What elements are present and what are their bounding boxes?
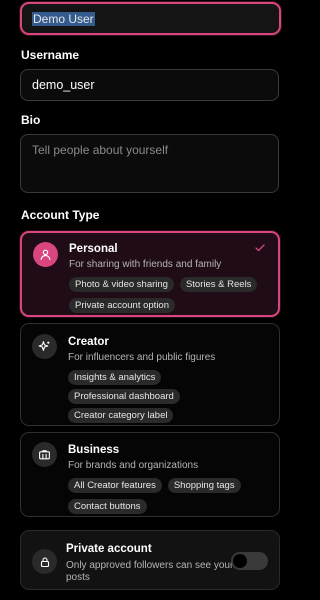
- feature-tag: Contact buttons: [68, 499, 147, 514]
- option-title: Personal: [69, 243, 118, 255]
- user-icon: [33, 242, 58, 267]
- feature-tag: Private account option: [69, 298, 176, 313]
- account-type-option-personal[interactable]: Personal For sharing with friends and fa…: [20, 231, 280, 317]
- option-subtitle: For influencers and public figures: [68, 352, 216, 363]
- sparkle-icon: [32, 334, 57, 359]
- display-name-value: Demo User: [32, 11, 95, 26]
- checkmark-icon: [254, 242, 266, 254]
- feature-tag: Professional dashboard: [68, 389, 180, 404]
- account-type-option-business[interactable]: Business For brands and organizations Al…: [20, 432, 280, 517]
- toggle-knob: [233, 554, 247, 568]
- feature-tag: Creator category label: [68, 408, 174, 423]
- private-account-description: Only approved followers can see your pos…: [66, 560, 234, 583]
- feature-tag: Shopping tags: [167, 478, 241, 493]
- bio-placeholder: Tell people about yourself: [32, 143, 169, 157]
- lock-icon: [32, 549, 57, 574]
- feature-tag: All Creator features: [68, 478, 162, 493]
- username-input[interactable]: demo_user: [20, 69, 279, 101]
- account-type-option-creator[interactable]: Creator For influencers and public figur…: [20, 323, 280, 426]
- edit-profile-page: Demo User Username demo_user Bio Tell pe…: [0, 0, 300, 600]
- username-label: Username: [21, 48, 80, 62]
- feature-tag: Insights & analytics: [68, 370, 162, 385]
- option-subtitle: For sharing with friends and family: [69, 259, 222, 270]
- option-title: Business: [68, 444, 120, 456]
- account-type-label: Account Type: [21, 208, 100, 222]
- username-value: demo_user: [32, 78, 95, 92]
- briefcase-icon: [32, 442, 57, 467]
- feature-tags: Insights & analytics Professional dashbo…: [68, 370, 269, 423]
- private-account-row: Private account Only approved followers …: [20, 530, 280, 590]
- private-account-toggle[interactable]: [231, 552, 268, 570]
- feature-tag: Stories & Reels: [179, 277, 258, 292]
- bio-textarea[interactable]: Tell people about yourself: [20, 134, 279, 193]
- feature-tags: Photo & video sharing Stories & Reels Pr…: [69, 277, 268, 313]
- option-title: Creator: [68, 336, 109, 348]
- feature-tags: All Creator features Shopping tags Conta…: [68, 478, 269, 514]
- feature-tag: Photo & video sharing: [69, 277, 174, 292]
- display-name-input[interactable]: Demo User: [20, 2, 281, 35]
- bio-label: Bio: [21, 113, 41, 127]
- option-subtitle: For brands and organizations: [68, 460, 199, 471]
